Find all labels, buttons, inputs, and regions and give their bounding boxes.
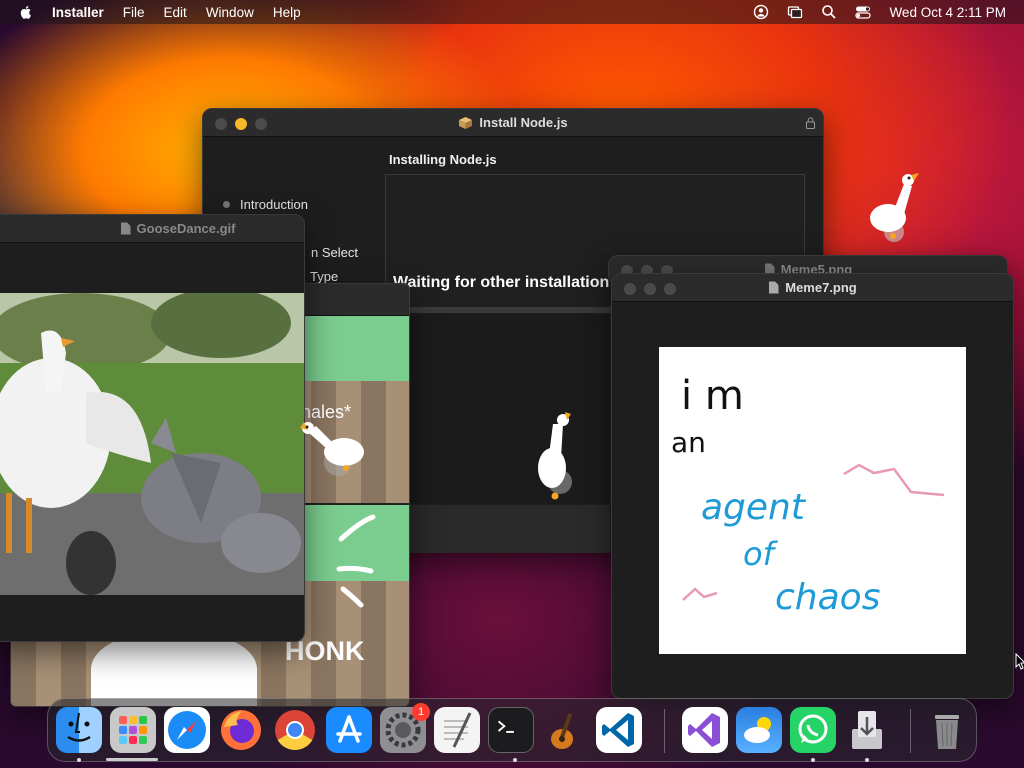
installer-heading: Installing Node.js <box>389 152 497 167</box>
vscode-icon <box>602 713 634 747</box>
terminal-icon <box>497 720 514 733</box>
mouse-cursor-icon <box>1015 653 1024 670</box>
dock-scroll-indicator <box>106 758 158 761</box>
menu-help[interactable]: Help <box>273 5 301 20</box>
meme-image: i m an agent of chaos <box>659 347 966 654</box>
menu-app-name[interactable]: Installer <box>52 5 104 20</box>
dock-visual-studio[interactable] <box>682 707 728 753</box>
meme7-titlebar[interactable]: Meme7.png <box>612 274 1013 302</box>
chrome-icon <box>275 710 315 750</box>
step-label: n Select <box>311 245 358 260</box>
menu-window[interactable]: Window <box>206 5 254 20</box>
running-indicator <box>811 758 815 762</box>
dock-separator <box>910 709 911 753</box>
dock-terminal[interactable] <box>488 707 534 753</box>
meme-text-chaos: chaos <box>775 577 880 618</box>
dock-safari[interactable] <box>164 707 210 753</box>
dock-firefox[interactable] <box>218 707 264 753</box>
dock-app-store[interactable] <box>326 707 372 753</box>
minimize-button[interactable] <box>235 118 247 130</box>
user-account-icon[interactable] <box>753 4 769 20</box>
dock-textedit[interactable] <box>434 707 480 753</box>
dock-finder[interactable] <box>56 707 102 753</box>
step-label: Type <box>310 269 339 284</box>
goose-feathers-icon <box>336 514 376 608</box>
step-bullet <box>223 201 230 208</box>
dock-vscode[interactable] <box>596 707 642 753</box>
trash-icon <box>935 715 959 749</box>
menu-clock[interactable]: Wed Oct 4 2:11 PM <box>889 5 1006 20</box>
overlay-footer-panel <box>410 505 610 553</box>
weather-icon <box>744 717 771 743</box>
menu-bar: Installer File Edit Window Help Wed Oct … <box>0 0 1024 24</box>
minimize-button[interactable] <box>644 283 656 295</box>
running-indicator <box>77 758 81 762</box>
control-center-icon[interactable] <box>855 4 872 20</box>
dock-separator <box>664 709 665 753</box>
running-indicator <box>513 758 517 762</box>
dock-whatsapp[interactable] <box>790 707 836 753</box>
zoom-button[interactable] <box>255 118 267 130</box>
installer-icon <box>852 711 882 749</box>
desktop-goose-icon[interactable] <box>866 170 920 244</box>
meme7-window: Meme7.png i m an agent of chaos <box>611 273 1014 699</box>
installer-titlebar[interactable]: Install Node.js <box>203 109 823 137</box>
meme-text-an: an <box>671 426 706 459</box>
step-introduction: Introduction <box>223 197 308 212</box>
installer-title: Install Node.js <box>479 115 568 130</box>
meme-text-i-m: i m <box>681 373 744 419</box>
dock-system-settings[interactable]: 1 <box>380 703 430 753</box>
dock-installer[interactable] <box>844 707 890 753</box>
desktop-goose-icon[interactable] <box>535 410 577 502</box>
desktop-goose-icon[interactable] <box>296 418 366 480</box>
dock-weather[interactable] <box>736 707 782 753</box>
lock-icon <box>806 117 815 129</box>
goosedance-titlebar[interactable]: GooseDance.gif <box>0 215 304 243</box>
meme7-title: Meme7.png <box>785 280 857 295</box>
meme-pink-squiggle <box>682 587 718 601</box>
installer-status-text: Waiting for other installation <box>393 274 610 291</box>
step-label: Introduction <box>240 197 308 212</box>
package-icon <box>459 117 473 129</box>
document-icon <box>120 222 131 235</box>
meme-pink-scribble <box>843 463 945 497</box>
notification-badge: 1 <box>412 703 430 721</box>
step-installation-type: Type <box>310 269 338 284</box>
dock-garageband[interactable] <box>542 707 588 753</box>
goose-dance-gif <box>0 293 304 595</box>
safari-icon <box>168 711 206 749</box>
step-destination-select: n Select <box>311 245 358 260</box>
menu-file[interactable]: File <box>123 5 145 20</box>
textedit-icon <box>444 712 472 748</box>
overlay-dark-panel <box>410 314 610 504</box>
garageband-icon <box>551 713 573 749</box>
close-button[interactable] <box>624 283 636 295</box>
app-store-icon <box>336 715 362 743</box>
dock: 1 <box>47 698 977 762</box>
goose-dance-scene <box>0 293 304 595</box>
spotlight-search-icon[interactable] <box>821 4 837 20</box>
dock-launchpad[interactable] <box>110 707 156 753</box>
goosedance-window: GooseDance.gif <box>0 214 305 642</box>
visualstudio-icon <box>688 713 720 747</box>
finder-icon <box>67 712 91 742</box>
meme-text-agent: agent <box>701 487 807 528</box>
menu-edit[interactable]: Edit <box>164 5 187 20</box>
running-indicator <box>865 758 869 762</box>
zoom-button[interactable] <box>664 283 676 295</box>
launchpad-icon <box>119 716 147 744</box>
whatsapp-icon <box>798 714 828 744</box>
meme-text-of: of <box>743 535 779 573</box>
apple-icon[interactable] <box>18 4 34 20</box>
screen-mirroring-icon[interactable] <box>787 4 803 20</box>
document-icon <box>769 281 779 294</box>
dock-trash[interactable] <box>924 707 970 753</box>
firefox-icon <box>221 710 261 750</box>
close-button[interactable] <box>215 118 227 130</box>
dock-chrome[interactable] <box>272 707 318 753</box>
goosedance-title: GooseDance.gif <box>136 221 236 236</box>
meme-drawing: i m an agent of chaos <box>671 373 945 618</box>
